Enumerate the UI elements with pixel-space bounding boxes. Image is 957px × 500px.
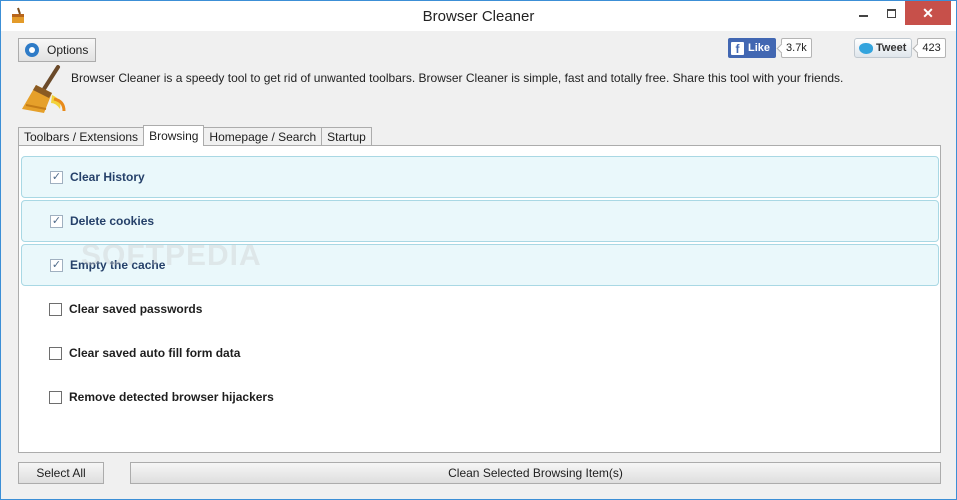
- twitter-tweet-widget: Tweet 423: [854, 38, 946, 58]
- tab-homepage-search[interactable]: Homepage / Search: [203, 127, 323, 146]
- minimize-icon: [858, 15, 868, 17]
- option-label: Empty the cache: [70, 258, 166, 272]
- tab-startup[interactable]: Startup: [321, 127, 372, 146]
- app-description: Browser Cleaner is a speedy tool to get …: [71, 71, 844, 85]
- tab-toolbars-extensions[interactable]: Toolbars / Extensions: [18, 127, 145, 146]
- checkbox[interactable]: ✓: [50, 170, 63, 184]
- option-label: Delete cookies: [70, 214, 155, 228]
- like-label: Like: [748, 42, 771, 54]
- close-icon: ✕: [922, 4, 934, 21]
- gear-icon: [25, 43, 39, 57]
- browsing-panel: ✓ Clear History ✓ Delete cookies ✓ Empty…: [18, 145, 941, 453]
- facebook-like-widget: f Like 3.7k: [728, 38, 812, 58]
- option-delete-cookies[interactable]: ✓ Delete cookies: [21, 200, 939, 242]
- tweet-label: Tweet: [876, 42, 907, 54]
- options-label: Options: [47, 43, 89, 57]
- minimize-button[interactable]: [849, 1, 877, 25]
- facebook-icon: f: [731, 41, 744, 55]
- checkbox[interactable]: ✓: [50, 214, 63, 228]
- close-button[interactable]: ✕: [905, 1, 951, 25]
- tweet-button[interactable]: Tweet: [854, 38, 913, 58]
- option-clear-autofill[interactable]: Clear saved auto fill form data: [21, 332, 939, 374]
- tweet-count: 423: [917, 38, 946, 58]
- select-all-button[interactable]: Select All: [18, 462, 104, 484]
- options-button[interactable]: Options: [18, 38, 96, 62]
- checkbox[interactable]: [49, 346, 62, 360]
- maximize-button[interactable]: [877, 1, 905, 25]
- option-clear-history[interactable]: ✓ Clear History: [21, 156, 939, 198]
- facebook-like-button[interactable]: f Like: [728, 38, 777, 58]
- like-count: 3.7k: [781, 38, 812, 58]
- tab-browsing[interactable]: Browsing: [143, 125, 205, 146]
- tab-strip: Toolbars / Extensions Browsing Homepage …: [18, 125, 372, 146]
- twitter-bird-icon: [859, 42, 873, 54]
- checkbox[interactable]: [49, 302, 62, 316]
- checkbox[interactable]: [49, 390, 62, 404]
- clean-selected-button[interactable]: Clean Selected Browsing Item(s): [130, 462, 941, 484]
- maximize-icon: [886, 8, 896, 18]
- title-bar[interactable]: Browser Cleaner ✕: [1, 1, 956, 31]
- broom-logo-icon: [22, 65, 66, 113]
- option-empty-cache[interactable]: ✓ Empty the cache: [21, 244, 939, 286]
- app-window: Browser Cleaner ✕ Options f Like 3.7k Tw…: [0, 0, 957, 500]
- option-label: Clear History: [70, 170, 145, 184]
- option-clear-saved-passwords[interactable]: Clear saved passwords: [21, 288, 939, 330]
- window-title: Browser Cleaner: [422, 8, 535, 25]
- checkbox[interactable]: ✓: [50, 258, 63, 272]
- option-remove-hijackers[interactable]: Remove detected browser hijackers: [21, 376, 939, 418]
- option-label: Remove detected browser hijackers: [69, 390, 274, 404]
- option-label: Clear saved auto fill form data: [69, 346, 241, 360]
- option-label: Clear saved passwords: [69, 302, 203, 316]
